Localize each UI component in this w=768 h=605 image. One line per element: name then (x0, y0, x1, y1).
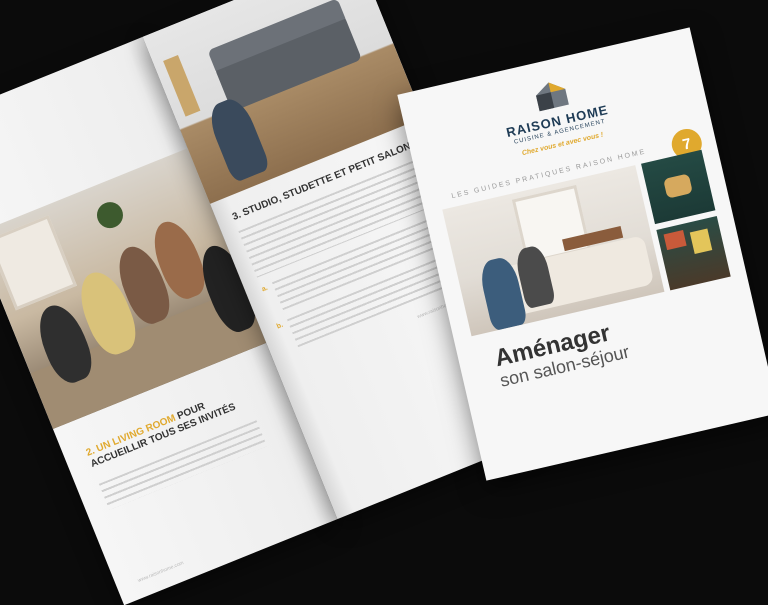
subheading-a: a. (260, 284, 269, 294)
sofa (214, 14, 362, 112)
house-logo-icon (536, 82, 569, 112)
cover-thumbnail-green-room (641, 149, 716, 225)
cover-thumbnail-gallery-wall (656, 216, 731, 291)
plant (93, 198, 127, 233)
window (0, 215, 77, 311)
person (204, 94, 272, 184)
subheading-b: b. (275, 321, 285, 331)
left-page-footer: www.raisonhome.com (137, 560, 185, 585)
brochure-mockup: 2. UN LIVING ROOM POUR ACCUEILLIR TOUS S… (0, 0, 768, 605)
